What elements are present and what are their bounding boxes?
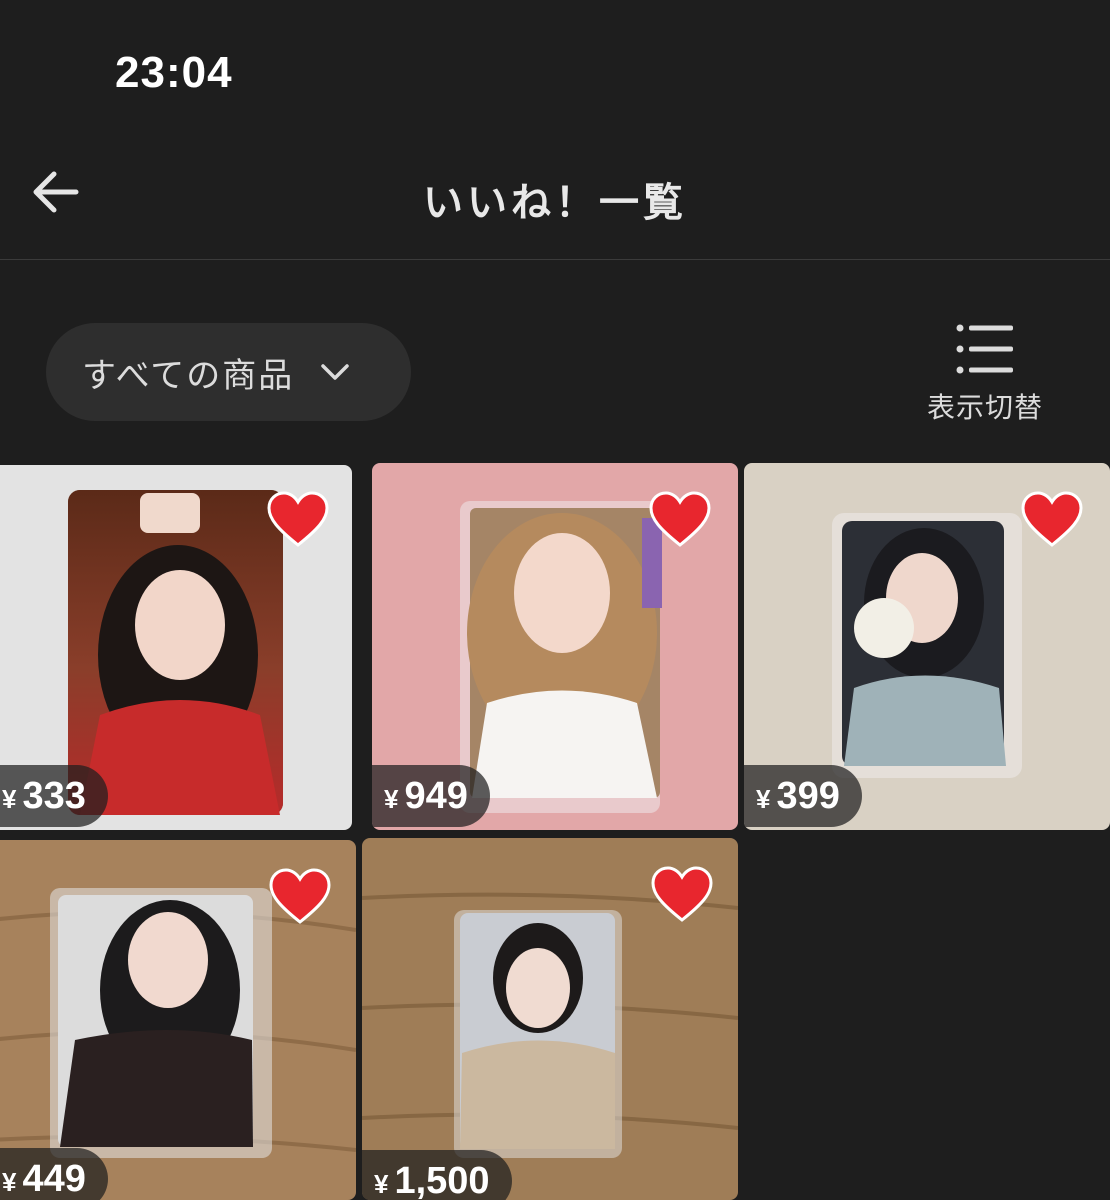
price-value: 1,500: [394, 1160, 490, 1200]
page-title: いいね！一覧: [423, 180, 687, 226]
currency-symbol: ¥: [2, 784, 17, 814]
filter-label: すべての商品: [82, 355, 295, 396]
currency-symbol: ¥: [374, 1169, 389, 1199]
heart-icon[interactable]: [648, 491, 712, 549]
list-icon: [956, 324, 1013, 374]
view-toggle-button[interactable]: 表示切替: [915, 322, 1055, 432]
price-tag: ¥ 399: [744, 765, 862, 827]
item-card[interactable]: ¥ 949: [372, 463, 738, 830]
currency-symbol: ¥: [384, 784, 399, 814]
item-card[interactable]: ¥ 399: [744, 463, 1110, 830]
price-tag: ¥ 449: [0, 1148, 108, 1200]
chevron-down-icon: [321, 364, 350, 380]
price-value: 449: [22, 1158, 86, 1200]
item-card[interactable]: ¥ 449: [0, 840, 356, 1200]
price-tag: ¥ 333: [0, 765, 108, 827]
status-time: 23:04: [115, 48, 233, 97]
view-toggle-label: 表示切替: [926, 391, 1043, 424]
price-value: 399: [776, 775, 840, 817]
item-card[interactable]: ¥ 333: [0, 465, 352, 830]
item-card[interactable]: ¥ 1,500: [362, 838, 738, 1200]
currency-symbol: ¥: [2, 1167, 17, 1197]
navigation-bar: いいね！一覧: [0, 140, 1110, 260]
price-value: 333: [22, 775, 86, 817]
filter-dropdown[interactable]: すべての商品: [46, 323, 411, 421]
liked-items-screen: 23:04 いいね！一覧 すべての商品 表示切替 ¥ 333 ¥ 949 ¥ 3…: [0, 0, 1110, 1200]
price-value: 949: [404, 775, 468, 817]
currency-symbol: ¥: [756, 784, 771, 814]
heart-icon[interactable]: [268, 868, 332, 926]
price-tag: ¥ 949: [372, 765, 490, 827]
heart-icon[interactable]: [650, 866, 714, 924]
heart-icon[interactable]: [1020, 491, 1084, 549]
heart-icon[interactable]: [266, 491, 330, 549]
price-tag: ¥ 1,500: [362, 1150, 512, 1200]
